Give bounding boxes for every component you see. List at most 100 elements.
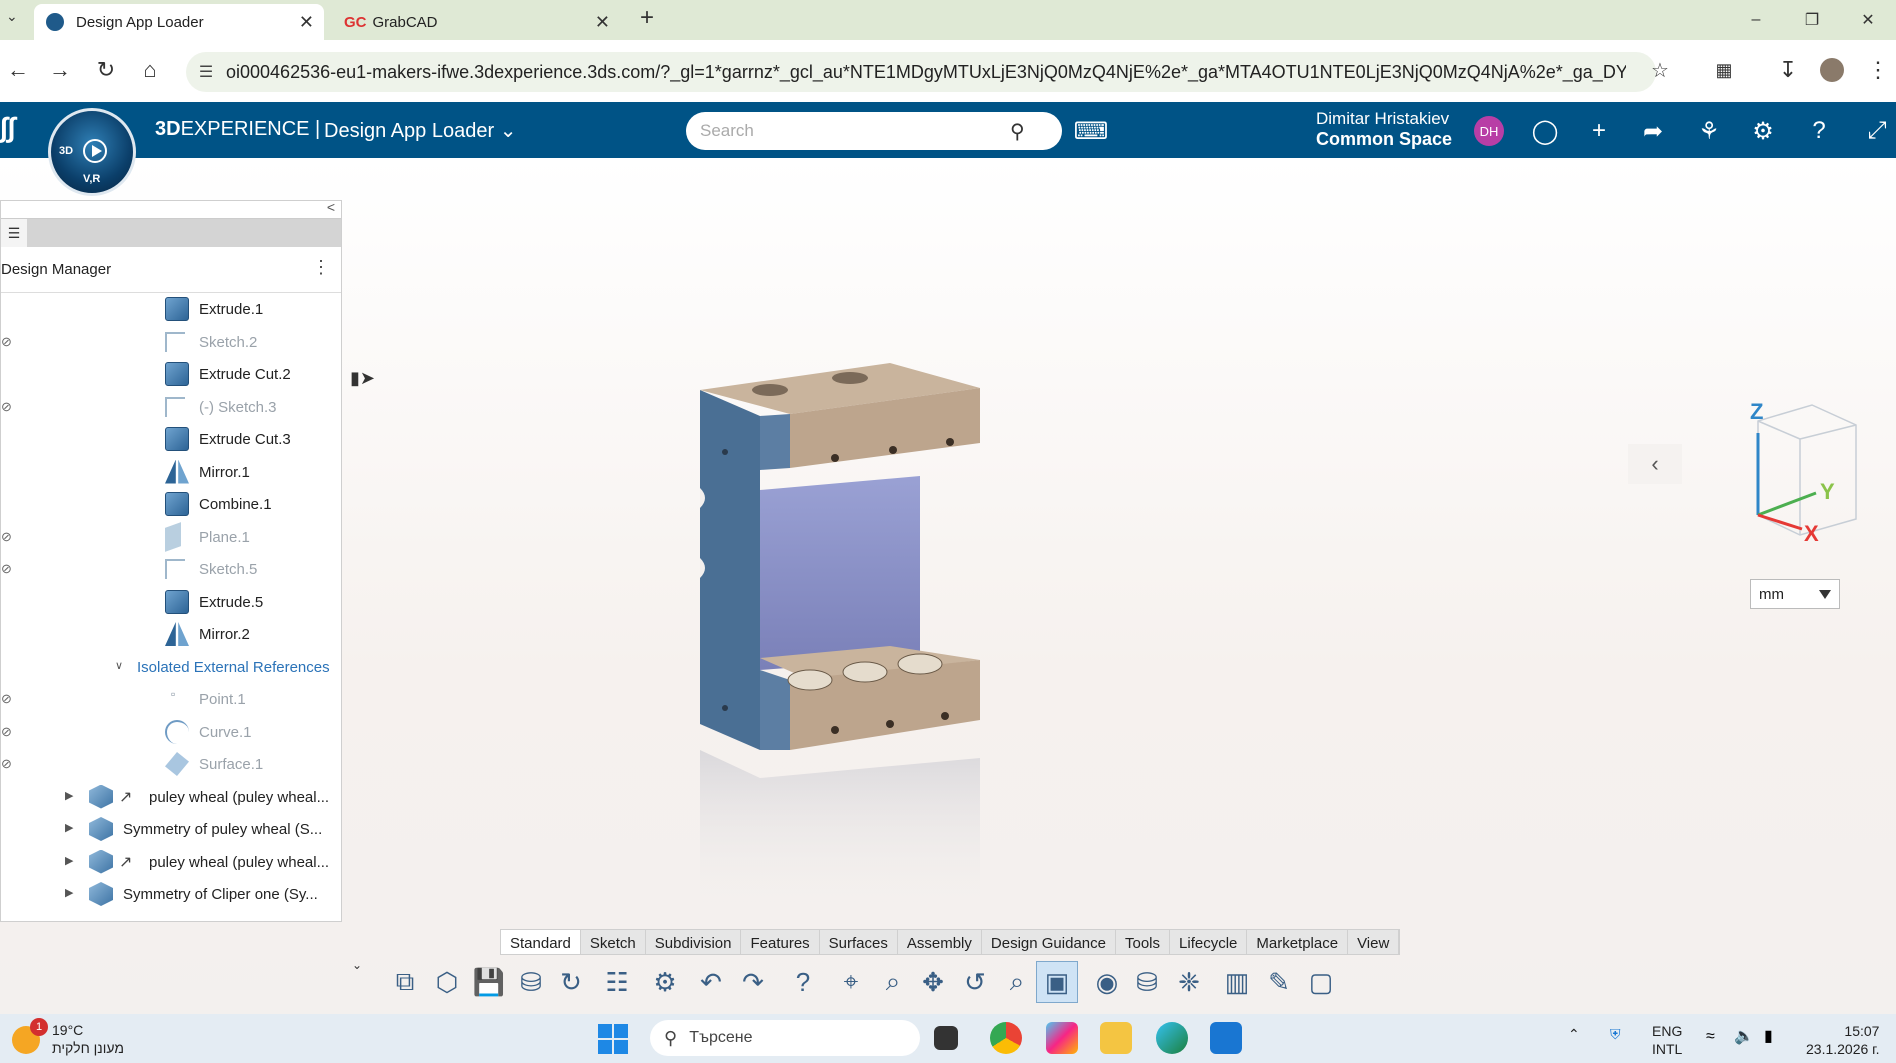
save-icon[interactable]: 💾 <box>468 961 510 1003</box>
browser-menu-icon[interactable]: ⋮ <box>1860 52 1896 88</box>
action-tab-standard[interactable]: Standard <box>501 930 581 954</box>
tree-item[interactable]: ⊘ Surface.1 <box>1 748 341 780</box>
wifi-icon[interactable]: ≈ <box>1706 1028 1715 1046</box>
tree-item[interactable]: ⊘ Plane.1 <box>1 521 341 553</box>
render-icon[interactable]: ❈ <box>1168 961 1210 1003</box>
task-view-icon[interactable] <box>934 1026 958 1050</box>
tree-part-item[interactable]: ▶ Symmetry of puley wheal (S... <box>1 813 341 845</box>
minimize-icon[interactable]: – <box>1728 0 1784 40</box>
share-icon[interactable]: ➦ <box>1634 112 1672 150</box>
volume-icon[interactable]: 🔈 <box>1734 1026 1754 1046</box>
pan-icon[interactable]: ✥ <box>912 961 954 1003</box>
store-icon[interactable] <box>1210 1022 1242 1054</box>
tree-part-item[interactable]: ▶ Symmetry of Cliper one (Sy... <box>1 878 341 910</box>
hidden-eye-icon[interactable]: ⊘ <box>1 691 12 707</box>
reload-icon[interactable]: ↻ <box>88 52 124 88</box>
tree-group-external-references[interactable]: ∨ Isolated External References <box>1 651 341 683</box>
save-all-icon[interactable]: ⛁ <box>510 961 552 1003</box>
hidden-eye-icon[interactable]: ⊘ <box>1 529 12 545</box>
tree-item[interactable]: ⊘ Curve.1 <box>1 716 341 748</box>
windows-start-icon[interactable] <box>598 1024 628 1054</box>
action-tab-lifecycle[interactable]: Lifecycle <box>1170 930 1248 954</box>
forward-icon[interactable]: → <box>42 52 78 88</box>
action-tab-sketch[interactable]: Sketch <box>581 930 646 954</box>
measure-icon[interactable]: ⌖ <box>830 961 872 1003</box>
action-tab-subdivision[interactable]: Subdivision <box>646 930 742 954</box>
file-explorer-icon[interactable] <box>1100 1022 1132 1054</box>
hidden-eye-icon[interactable]: ⊘ <box>1 334 12 350</box>
bookmark-star-icon[interactable]: ☆ <box>1642 52 1678 88</box>
play-icon[interactable] <box>83 139 107 163</box>
close-tab-icon[interactable]: ✕ <box>299 12 314 33</box>
settings-icon[interactable]: ⚙ <box>644 961 686 1003</box>
expand-arrow-icon[interactable]: ▶ <box>65 854 73 867</box>
tree-part-item[interactable]: ▶ ↗ puley wheal (puley wheal... <box>1 781 341 813</box>
tree-item[interactable]: Mirror.2 <box>1 618 341 650</box>
tab-design-app-loader[interactable]: Design App Loader ✕ <box>34 4 324 40</box>
inspect-icon[interactable]: ⌕ <box>996 961 1038 1003</box>
avatar[interactable]: DH <box>1474 116 1504 146</box>
url-field[interactable]: ☰ oi000462536-eu1-makers-ifwe.3dexperien… <box>186 52 1656 92</box>
section-icon[interactable]: ▥ <box>1216 961 1258 1003</box>
3d-model-viewport[interactable] <box>660 358 1020 978</box>
tree-item[interactable]: Extrude.1 <box>1 293 341 325</box>
defender-icon[interactable]: ⛨ <box>1610 1026 1621 1043</box>
hidden-eye-icon[interactable]: ⊘ <box>1 561 12 577</box>
help-icon[interactable]: ? <box>782 961 824 1003</box>
help-icon[interactable]: ? <box>1800 112 1838 150</box>
tree-icon[interactable]: ☰ <box>1 219 27 247</box>
view-cube-icon[interactable]: ▣ <box>1036 961 1078 1003</box>
home-icon[interactable]: ⌂ <box>132 52 168 88</box>
hidden-eye-icon[interactable]: ⊘ <box>1 724 12 740</box>
more-options-icon[interactable]: ⋮ <box>309 257 333 278</box>
tree-item[interactable]: Combine.1 <box>1 488 341 520</box>
extensions-icon[interactable]: ▦ <box>1706 52 1742 88</box>
units-select[interactable]: mm <box>1750 579 1840 609</box>
download-icon[interactable]: ↧ <box>1770 52 1806 88</box>
redo-icon[interactable]: ↷ <box>732 961 774 1003</box>
hidden-eye-icon[interactable]: ⊘ <box>1 756 12 772</box>
chrome-icon[interactable] <box>990 1022 1022 1054</box>
tree-item[interactable]: Mirror.1 <box>1 456 341 488</box>
tree-item[interactable]: ⊘ (-) Sketch.3 <box>1 391 341 423</box>
action-tab-tools[interactable]: Tools <box>1116 930 1171 954</box>
tools-icon[interactable]: ⚙ <box>1744 112 1782 150</box>
tree-item[interactable]: Extrude Cut.2 <box>1 358 341 390</box>
hide-show-icon[interactable]: ◉ <box>1086 961 1128 1003</box>
expand-chevron-icon[interactable]: ∨ <box>115 659 123 672</box>
profile-avatar-icon[interactable] <box>1814 52 1850 88</box>
battery-icon[interactable]: ▮ <box>1764 1026 1773 1046</box>
axis-triad[interactable]: Z Y X <box>1720 401 1860 561</box>
tree-item[interactable]: ⊘ ▫ Point.1 <box>1 683 341 715</box>
collapse-panel-icon[interactable]: < <box>327 199 335 215</box>
properties-icon[interactable]: ☷ <box>596 961 638 1003</box>
edge-icon[interactable] <box>1156 1022 1188 1054</box>
hidden-eye-icon[interactable]: ⊘ <box>1 399 12 415</box>
action-tab-design-guidance[interactable]: Design Guidance <box>982 930 1116 954</box>
language-indicator[interactable]: ENG INTL <box>1652 1022 1682 1058</box>
tree-item[interactable]: Extrude.5 <box>1 586 341 618</box>
back-icon[interactable]: ← <box>0 52 36 88</box>
user-info[interactable]: Dimitar Hristakiev Common Space <box>1316 108 1452 150</box>
search-input[interactable] <box>700 121 1010 141</box>
material-icon[interactable]: ⛁ <box>1126 961 1168 1003</box>
annotation-icon[interactable]: ✎ <box>1258 961 1300 1003</box>
clock[interactable]: 15:07 23.1.2026 г. <box>1806 1022 1879 1058</box>
new-part-icon[interactable]: ⧉ <box>384 961 426 1003</box>
rotate-icon[interactable]: ↺ <box>954 961 996 1003</box>
network-icon[interactable]: ⚘ <box>1690 112 1728 150</box>
new-tab-button[interactable]: + <box>640 4 654 32</box>
taskbar-search[interactable]: ⚲ Търсене <box>650 1020 920 1056</box>
action-tab-view[interactable]: View <box>1348 930 1400 954</box>
toggle-panel-icon[interactable]: ▮➤ <box>350 368 382 392</box>
zoom-icon[interactable]: ⌕ <box>872 961 914 1003</box>
expand-arrow-icon[interactable]: ▶ <box>65 886 73 899</box>
tag-icon[interactable]: ⌨ <box>1072 112 1110 150</box>
action-tab-marketplace[interactable]: Marketplace <box>1247 930 1349 954</box>
restore-icon[interactable]: ❐ <box>1784 0 1840 40</box>
tree-item[interactable]: ⊘ Sketch.2 <box>1 326 341 358</box>
search-icon[interactable]: ⚲ <box>1010 119 1025 144</box>
app-title[interactable]: Design App Loader ⌄ <box>324 118 516 143</box>
open-icon[interactable]: ⬡ <box>426 961 468 1003</box>
expand-arrow-icon[interactable]: ▶ <box>65 789 73 802</box>
